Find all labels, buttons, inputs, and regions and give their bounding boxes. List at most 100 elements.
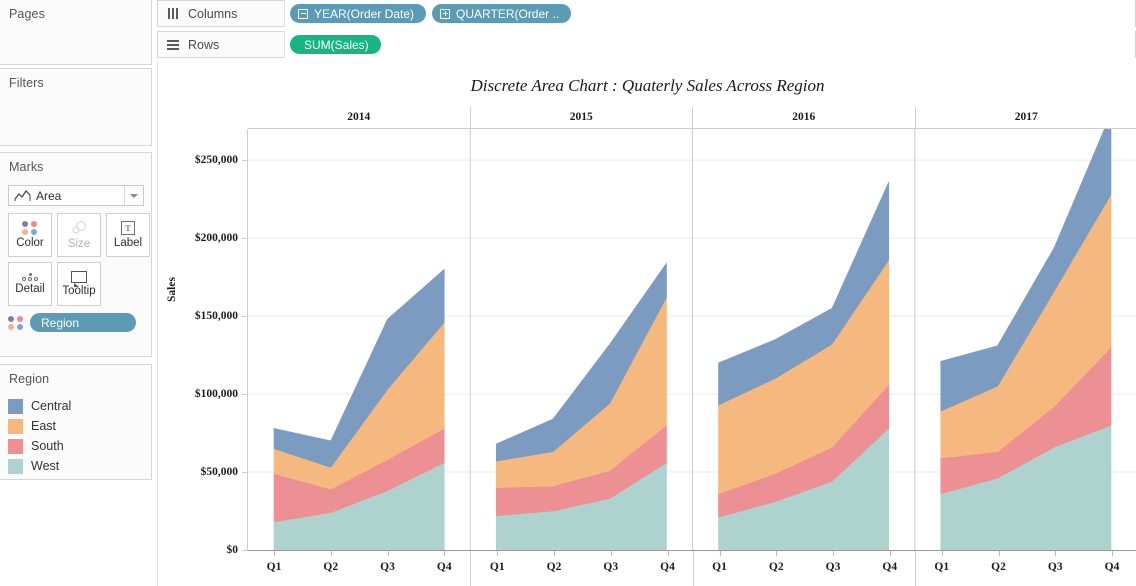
pill-label: YEAR(Order Date) [314, 6, 415, 21]
marks-region-pill[interactable]: Region [30, 313, 136, 332]
x-axis-tick-label[interactable]: Q2 [769, 561, 784, 573]
x-axis-tick-mark [330, 551, 332, 556]
pill-quarter-order-date[interactable]: QUARTER(Order .. [432, 4, 572, 23]
mark-type-selector[interactable]: Area [8, 185, 144, 206]
x-axis-tick-label[interactable]: Q2 [547, 561, 562, 573]
plot-area[interactable] [248, 129, 1136, 550]
legend-swatch [8, 398, 23, 414]
y-axis-title: Sales [166, 277, 178, 302]
x-axis-tick-label[interactable]: Q1 [490, 561, 505, 573]
x-axis-tick-label[interactable]: Q3 [826, 561, 841, 573]
columns-shelf[interactable]: Columns YEAR(Order Date) QUARTER(Order .… [157, 0, 1136, 27]
x-axis-tick-mark [387, 551, 389, 556]
x-axis-panel: Q1 Q2 Q3 Q4 [692, 551, 915, 586]
marks-tooltip-button[interactable]: Tooltip [57, 262, 101, 306]
x-axis-tick-label[interactable]: Q3 [380, 561, 395, 573]
x-axis-tick-mark [719, 551, 721, 556]
x-axis-tick-mark [833, 551, 834, 556]
y-axis-tick-label: $0 [226, 544, 239, 556]
area-chart-icon [9, 189, 35, 202]
columns-shelf-label: Columns [188, 6, 238, 21]
x-axis-tick-mark [998, 551, 1000, 556]
legend-item-central[interactable]: Central [8, 396, 71, 416]
y-axis-tick-label: $100,000 [194, 388, 238, 401]
year-header-cell[interactable]: 2017 [914, 107, 1136, 128]
marks-buttons: Color Size T Label Detail Tooltip [8, 213, 150, 311]
year-header-cell[interactable]: 2014 [248, 107, 470, 128]
color-legend-items: Central East South West [8, 396, 71, 476]
legend-label: East [31, 419, 57, 433]
x-axis-tick-label[interactable]: Q4 [437, 561, 452, 573]
x-axis-tick-label[interactable]: Q3 [603, 561, 618, 573]
legend-swatch [8, 458, 23, 474]
legend-swatch [8, 418, 23, 434]
x-axis-tick-label[interactable]: Q2 [323, 561, 338, 573]
year-column-headers: 2014 2015 2016 2017 [248, 107, 1136, 129]
x-axis-tick-mark [889, 551, 891, 556]
size-circles-icon [69, 220, 89, 236]
x-axis-tick-label[interactable]: Q2 [991, 561, 1006, 573]
color-legend-title: Region [9, 372, 50, 386]
year-header-cell[interactable]: 2016 [692, 107, 915, 128]
plus-box-icon[interactable] [440, 8, 451, 19]
year-header-cell[interactable]: 2015 [469, 107, 693, 128]
y-axis-tick-label: $250,000 [194, 154, 238, 167]
filters-panel[interactable]: Filters [0, 68, 152, 146]
x-axis[interactable]: Q1 Q2 Q3 Q4 Q1 Q2 Q3 Q4 Q1 Q2 Q3 Q4 Q1 Q2 Q3 Q4 [248, 550, 1136, 586]
minus-box-icon[interactable] [298, 8, 308, 19]
rows-shelf[interactable]: Rows SUM(Sales) [157, 31, 1136, 58]
pill-year-order-date[interactable]: YEAR(Order Date) [290, 4, 427, 23]
x-axis-tick-label[interactable]: Q4 [882, 561, 897, 573]
legend-swatch [8, 438, 23, 454]
left-sidebar: Pages Filters Marks Area Color Size T La… [0, 0, 153, 586]
x-axis-panel: Q1 Q2 Q3 Q4 [470, 551, 692, 586]
marks-detail-label: Detail [15, 282, 45, 295]
color-legend-panel: Region Central East South West [0, 364, 152, 480]
marks-color-label: Color [16, 236, 44, 249]
marks-panel-title: Marks [9, 160, 44, 174]
pill-sum-sales[interactable]: SUM(Sales) [290, 35, 381, 54]
x-axis-tick-mark [667, 551, 669, 556]
pill-label: SUM(Sales) [304, 37, 369, 52]
y-axis-tick-label: $50,000 [200, 466, 238, 479]
rows-shelf-dropzone[interactable]: SUM(Sales) [284, 31, 1135, 58]
marks-color-button[interactable]: Color [8, 213, 52, 257]
x-axis-tick-label[interactable]: Q3 [1048, 561, 1063, 573]
pill-label: QUARTER(Order .. [456, 6, 560, 21]
marks-size-button[interactable]: Size [57, 213, 101, 257]
detail-dots-icon [22, 272, 38, 281]
x-axis-tick-label[interactable]: Q4 [660, 561, 675, 573]
legend-label: South [31, 439, 64, 453]
columns-icon [158, 8, 188, 19]
chart-title: Discrete Area Chart : Quaterly Sales Acr… [470, 76, 825, 95]
color-dots-icon [8, 315, 24, 330]
marks-size-label: Size [67, 237, 91, 250]
x-axis-tick-label[interactable]: Q1 [712, 561, 727, 573]
x-axis-tick-mark [554, 551, 555, 556]
y-axis[interactable]: $0 $50,000 $100,000 $150,000 $200,000 $250,00… [158, 129, 248, 556]
chevron-down-icon[interactable] [124, 186, 143, 205]
columns-shelf-dropzone[interactable]: YEAR(Order Date) QUARTER(Order .. [284, 0, 1135, 27]
label-t-icon: T [121, 220, 135, 235]
marks-color-encoding-row: Region [8, 313, 136, 332]
x-axis-tick-mark [274, 551, 275, 556]
pages-panel[interactable]: Pages [0, 0, 152, 65]
x-axis-tick-label[interactable]: Q1 [934, 561, 949, 573]
marks-panel: Marks Area Color Size T Label Detail Too… [0, 152, 152, 357]
marks-detail-button[interactable]: Detail [8, 262, 52, 306]
y-axis-tick-label: $150,000 [194, 310, 238, 323]
rows-shelf-label: Rows [188, 37, 220, 52]
legend-item-south[interactable]: South [8, 436, 71, 456]
filters-panel-title: Filters [9, 76, 44, 90]
legend-item-east[interactable]: East [8, 416, 71, 436]
rows-icon [158, 39, 188, 50]
y-axis-tick-label: $200,000 [194, 232, 238, 245]
marks-label-button[interactable]: T Label [106, 213, 150, 257]
x-axis-panel: Q1 Q2 Q3 Q4 [914, 551, 1136, 586]
x-axis-panel: Q1 Q2 Q3 Q4 [248, 551, 470, 586]
legend-label: West [31, 459, 60, 473]
x-axis-tick-label[interactable]: Q4 [1105, 561, 1120, 573]
chart-canvas: Discrete Area Chart : Quaterly Sales Acr… [157, 62, 1136, 586]
x-axis-tick-label[interactable]: Q1 [267, 561, 282, 573]
legend-item-west[interactable]: West [8, 456, 71, 476]
